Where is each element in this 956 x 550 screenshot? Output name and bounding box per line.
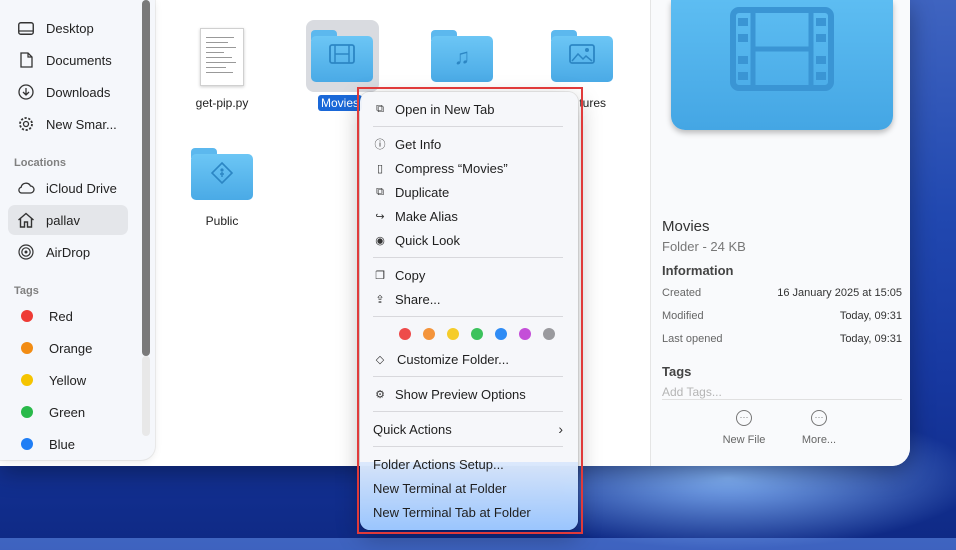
sidebar-item-label: Green <box>49 404 86 420</box>
sidebar-item-label: Yellow <box>49 372 87 388</box>
sidebar-item-documents[interactable]: Documents <box>8 45 128 75</box>
sidebar-item-smart-folder[interactable]: New Smar... <box>8 109 128 139</box>
music-folder-icon: ♫ <box>431 30 493 82</box>
new-file-button[interactable]: ··· New File <box>709 410 779 446</box>
ellipsis-icon: ··· <box>811 410 827 426</box>
airdrop-icon <box>16 243 36 261</box>
sidebar-item-label: Orange <box>49 340 93 356</box>
tag-color-dot <box>21 438 33 450</box>
tag-color-dot <box>21 342 33 354</box>
file-name-selected: Movies <box>318 95 363 111</box>
sidebar-item-tag-blue[interactable]: Blue <box>8 429 128 459</box>
sidebar-item-tag-orange[interactable]: Orange <box>8 333 128 363</box>
preview-tags-heading: Tags <box>662 364 692 379</box>
info-label: Modified <box>662 310 704 322</box>
sidebar-item-airdrop[interactable]: AirDrop <box>8 237 128 267</box>
sidebar-heading-tags: Tags <box>14 285 39 297</box>
info-value: Today, 09:31 <box>839 333 902 345</box>
sidebar-item-tag-green[interactable]: Green <box>8 397 128 427</box>
info-value: 16 January 2025 at 15:05 <box>777 287 902 299</box>
sidebar-item-label: AirDrop <box>46 244 91 260</box>
sidebar-item-tag-yellow[interactable]: Yellow <box>8 365 128 395</box>
download-icon <box>16 83 36 101</box>
info-label: Last opened <box>662 333 723 345</box>
sidebar-item-label: New Smar... <box>46 116 117 132</box>
sidebar-item-label: Blue <box>49 436 76 452</box>
ellipsis-icon: ··· <box>736 410 752 426</box>
file-name: get-pip.py <box>195 96 249 110</box>
sidebar-scrollbar[interactable] <box>142 0 150 356</box>
public-folder-icon <box>191 148 253 200</box>
movies-folder-icon <box>311 30 373 82</box>
preview-info-heading: Information <box>662 263 734 278</box>
sidebar-item-tag-red[interactable]: Red <box>8 301 128 331</box>
file-name: Public <box>205 214 239 228</box>
action-label: More... <box>801 434 837 446</box>
sidebar-scrollbar-track <box>142 356 150 436</box>
pictures-folder-icon <box>551 30 613 82</box>
info-row-modified: Modified Today, 09:31 <box>662 310 902 322</box>
sidebar-item-downloads[interactable]: Downloads <box>8 77 128 107</box>
folder-thumbnail <box>671 0 893 130</box>
sidebar-item-label: iCloud Drive <box>46 180 117 196</box>
sidebar-item-label: pallav <box>46 212 80 228</box>
python-file-icon <box>200 28 244 86</box>
preview-pane: Movies Folder - 24 KB Information Create… <box>650 0 910 466</box>
info-label: Created <box>662 287 702 299</box>
sidebar-item-label: Downloads <box>46 84 111 100</box>
more-button[interactable]: ··· More... <box>784 410 854 446</box>
sidebar-item-icloud[interactable]: iCloud Drive <box>8 173 128 203</box>
info-row-last-opened: Last opened Today, 09:31 <box>662 333 902 345</box>
tags-input[interactable]: Add Tags... <box>662 385 902 400</box>
info-value: Today, 09:31 <box>839 310 902 322</box>
action-label: New File <box>722 434 766 446</box>
sidebar-item-desktop[interactable]: Desktop <box>8 13 128 43</box>
home-icon <box>16 211 36 229</box>
sidebar-item-label: Red <box>49 308 73 324</box>
tag-color-dot <box>21 374 33 386</box>
sidebar-heading-locations: Locations <box>14 157 66 169</box>
preview-title: Movies <box>662 218 710 235</box>
sidebar-item-pallav[interactable]: pallav <box>8 205 128 235</box>
document-icon <box>16 51 36 69</box>
file-item-public[interactable]: Public <box>172 148 272 228</box>
info-row-created: Created 16 January 2025 at 15:05 <box>662 287 902 299</box>
annotation-highlight-box <box>357 87 583 534</box>
sidebar: Desktop Documents Downloads New Smar... … <box>0 0 155 460</box>
preview-subtitle: Folder - 24 KB <box>662 239 746 254</box>
sidebar-item-label: Desktop <box>46 20 94 36</box>
desktop-icon <box>16 19 36 37</box>
sidebar-item-label: Documents <box>46 52 112 68</box>
tag-color-dot <box>21 406 33 418</box>
tag-color-dot <box>21 310 33 322</box>
file-item-get-pip[interactable]: get-pip.py <box>172 28 272 110</box>
cloud-icon <box>16 179 36 197</box>
gear-icon <box>16 115 36 133</box>
